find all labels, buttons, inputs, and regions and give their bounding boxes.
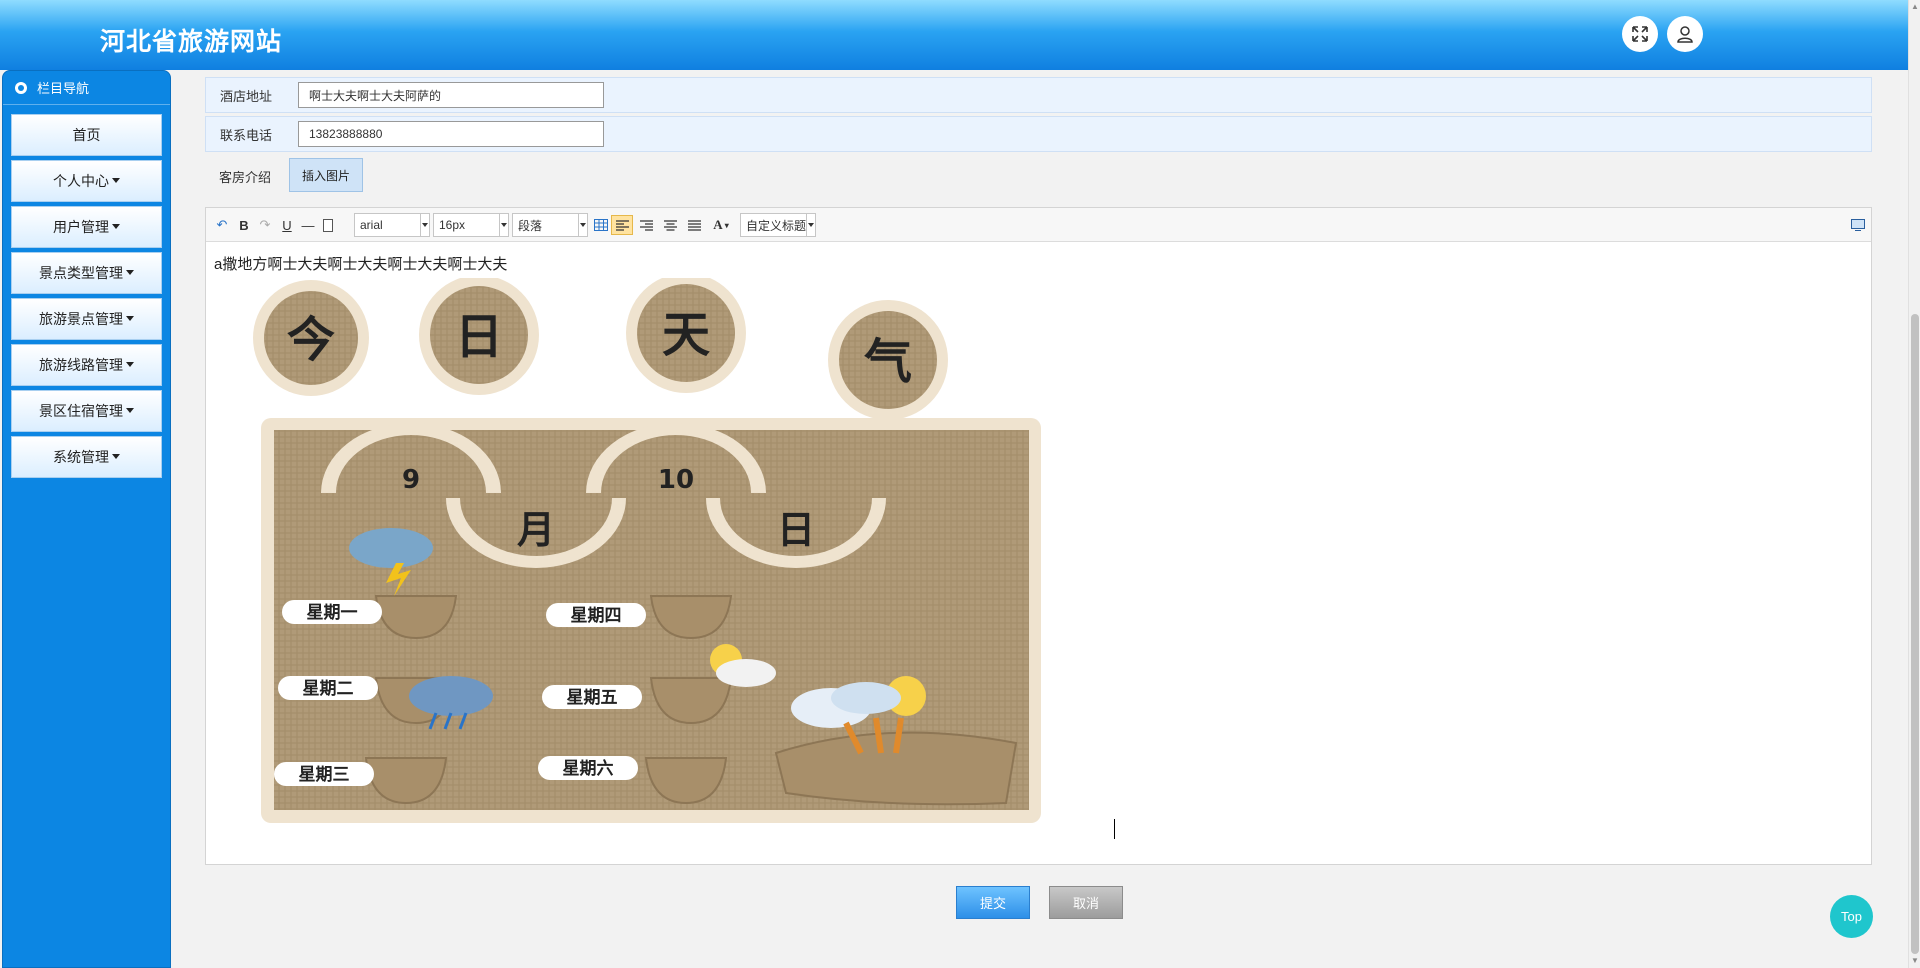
day-number: 10 (658, 465, 694, 495)
font-family-select[interactable]: arial (354, 213, 430, 237)
title-char: 天 (662, 307, 710, 363)
title-char: 气 (864, 334, 912, 390)
page-icon[interactable] (320, 215, 336, 235)
sidebar-item-spot-type-management[interactable]: 景点类型管理 (11, 252, 162, 294)
sidebar-heading: 栏目导航 (3, 71, 170, 105)
align-center-icon[interactable] (661, 215, 679, 235)
weekday-label: 星期一 (307, 603, 358, 623)
align-right-icon[interactable] (637, 215, 655, 235)
font-color-button[interactable]: A ▾ (709, 215, 733, 235)
text-cursor (1114, 819, 1115, 839)
sidebar-item-lodging-management[interactable]: 景区住宿管理 (11, 390, 162, 432)
sidebar-item-user-management[interactable]: 用户管理 (11, 206, 162, 248)
weekday-label: 星期六 (563, 758, 614, 779)
caret-down-icon (126, 407, 134, 413)
caret-down-icon (112, 177, 120, 183)
sidebar-item-home[interactable]: 首页 (11, 114, 162, 156)
hotel-address-row: 酒店地址 (205, 77, 1872, 113)
title-char: 日 (455, 309, 503, 365)
weekday-label: 星期二 (303, 679, 354, 699)
back-to-top-button[interactable]: Top (1830, 895, 1873, 938)
weekday-label: 星期四 (571, 606, 622, 626)
fullscreen-preview-icon[interactable] (1849, 215, 1867, 235)
weather-board-image: 今 日 天 气 9 10 月 日 星期一 星期二 星期三 星期四 星期五 星期六 (253, 278, 1041, 823)
scroll-thumb[interactable] (1911, 314, 1919, 954)
submit-button[interactable]: 提交 (956, 886, 1030, 919)
site-title: 河北省旅游网站 (100, 28, 283, 56)
scroll-up-icon[interactable]: ▲ (1909, 0, 1920, 14)
phone-row: 联系电话 (205, 116, 1872, 152)
horizontal-rule-icon[interactable]: — (299, 215, 317, 235)
fullscreen-button[interactable] (1622, 16, 1658, 52)
scroll-down-icon[interactable]: ▼ (1909, 954, 1920, 968)
cancel-button[interactable]: 取消 (1049, 886, 1123, 919)
page-scrollbar[interactable]: ▲ ▼ (1908, 0, 1920, 968)
editor-content-text[interactable]: a撒地方啊士大夫啊士大夫啊士大夫啊士大夫 (214, 253, 507, 274)
room-intro-label: 客房介绍 (218, 169, 271, 185)
caret-down-icon (126, 269, 134, 275)
sidebar-item-system-management[interactable]: 系统管理 (11, 436, 162, 478)
day-char: 日 (777, 508, 815, 552)
align-justify-icon[interactable] (685, 215, 703, 235)
room-intro-row: 客房介绍 插入图片 (205, 158, 1872, 194)
sidebar-item-route-management[interactable]: 旅游线路管理 (11, 344, 162, 386)
font-size-select[interactable]: 16px (433, 213, 509, 237)
undo-icon[interactable]: ↶ (213, 215, 231, 235)
sidebar-item-spot-management[interactable]: 旅游景点管理 (11, 298, 162, 340)
align-left-icon[interactable] (611, 215, 633, 235)
month-number: 9 (402, 465, 420, 495)
user-icon (1677, 26, 1693, 43)
caret-down-icon (112, 453, 120, 459)
insert-image-button[interactable]: 插入图片 (289, 158, 363, 192)
title-circles: 今 日 天 气 (253, 278, 948, 420)
top-header: 河北省旅游网站 (0, 0, 1908, 70)
hotel-address-input[interactable] (298, 82, 604, 108)
weekday-label: 星期三 (299, 765, 350, 785)
phone-input[interactable] (298, 121, 604, 147)
weekday-label: 星期五 (567, 688, 618, 708)
sidebar-item-personal-center[interactable]: 个人中心 (11, 160, 162, 202)
nav-icon (15, 81, 27, 94)
sidebar: 栏目导航 首页 个人中心 用户管理 景点类型管理 旅游景点管理 旅游线路管理 景… (2, 70, 171, 968)
title-char: 今 (287, 312, 335, 368)
caret-down-icon (126, 315, 134, 321)
rich-text-editor: ↶ B ↷ U — arial 16px 段落 A ▾ 自定义标题 a撒地方啊士… (205, 207, 1872, 865)
phone-label: 联系电话 (219, 127, 272, 143)
month-char: 月 (517, 508, 555, 552)
caret-down-icon (126, 361, 134, 367)
bold-button[interactable]: B (235, 215, 253, 235)
underline-button[interactable]: U (278, 215, 296, 235)
redo-icon[interactable]: ↷ (256, 215, 274, 235)
hotel-address-label: 酒店地址 (219, 88, 272, 104)
custom-heading-select[interactable]: 自定义标题 (740, 213, 816, 237)
user-button[interactable] (1667, 16, 1703, 52)
caret-down-icon (112, 223, 120, 229)
sidebar-heading-label: 栏目导航 (37, 81, 90, 96)
table-icon[interactable] (592, 215, 610, 235)
paragraph-select[interactable]: 段落 (512, 213, 588, 237)
fullscreen-icon (1632, 26, 1648, 42)
editor-toolbar: ↶ B ↷ U — arial 16px 段落 A ▾ 自定义标题 (206, 208, 1871, 242)
